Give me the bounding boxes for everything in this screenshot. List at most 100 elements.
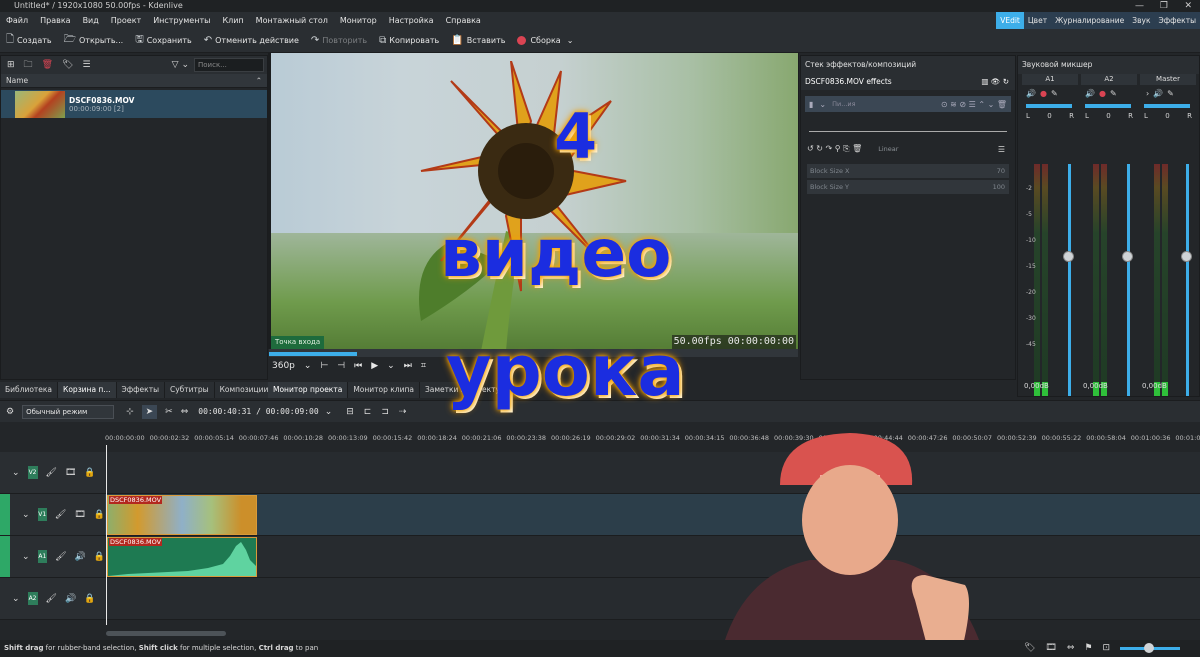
- settings-icon[interactable]: ⚙: [6, 407, 14, 417]
- speaker-icon[interactable]: 🔊: [75, 552, 86, 562]
- set-in-icon[interactable]: ⊢: [320, 361, 328, 371]
- flag-icon[interactable]: ⚑: [1084, 640, 1092, 657]
- pan-slider[interactable]: [1085, 104, 1131, 108]
- effect-toggle-icon[interactable]: ▮: [809, 100, 813, 109]
- copy-button[interactable]: ⧉ Копировать: [373, 35, 445, 46]
- record-icon[interactable]: ●: [1040, 89, 1047, 98]
- set-out-icon[interactable]: ⊣: [337, 361, 345, 371]
- layout-effects[interactable]: Эффекты: [1155, 16, 1200, 25]
- interpolation-select[interactable]: Linear: [878, 145, 898, 153]
- tab-compositions[interactable]: Композиции: [215, 382, 275, 398]
- speaker-icon[interactable]: 🔊: [1085, 89, 1095, 98]
- undo-button[interactable]: ↶ Отменить действие: [198, 35, 305, 46]
- param-block-size-x[interactable]: Block Size X 70: [807, 164, 1009, 178]
- menu-project[interactable]: Проект: [105, 16, 147, 25]
- menu-tools[interactable]: Инструменты: [147, 16, 216, 25]
- chevron-down-icon[interactable]: ⌄: [12, 594, 20, 604]
- render-button[interactable]: Сборка ⌄: [511, 36, 579, 45]
- crop-icon[interactable]: ⌗: [421, 361, 426, 371]
- tag-icon[interactable]: 🏷: [62, 60, 73, 70]
- razor-tool-icon[interactable]: ✂: [165, 407, 173, 417]
- tab-project-monitor[interactable]: Монитор проекта: [268, 382, 349, 398]
- close-icon[interactable]: ✕: [1184, 0, 1192, 12]
- pen-icon[interactable]: ✎: [1167, 89, 1174, 98]
- video-preview[interactable]: Точка входа 50.00fps 00:00:00:00: [271, 53, 798, 349]
- fader-knob[interactable]: [1122, 251, 1133, 262]
- speaker-icon[interactable]: 🔊: [1153, 89, 1163, 98]
- volume-fader[interactable]: [1186, 164, 1189, 396]
- save-button[interactable]: 🖫 Сохранить: [129, 32, 198, 49]
- menu-clip[interactable]: Клип: [216, 16, 249, 25]
- filter-icon[interactable]: ▽ ⌄: [172, 60, 189, 70]
- paste-button[interactable]: 📋 Вставить: [445, 35, 511, 46]
- extract-icon[interactable]: ⊐: [381, 407, 389, 417]
- tag-icon[interactable]: 🏷: [1024, 640, 1035, 657]
- add-clip-icon[interactable]: ⊞: [7, 60, 15, 70]
- snap-icon[interactable]: ⊹: [126, 407, 134, 417]
- tab-subtitles[interactable]: Субтитры: [165, 382, 215, 398]
- tab-clip-monitor[interactable]: Монитор клипа: [348, 382, 420, 398]
- menu-timeline[interactable]: Монтажный стол: [250, 16, 334, 25]
- film-icon[interactable]: 🎞: [74, 510, 85, 520]
- tab-bin[interactable]: Корзина п...: [58, 382, 117, 398]
- fader-knob[interactable]: [1181, 251, 1192, 262]
- lock-icon[interactable]: 🔒: [94, 552, 105, 562]
- layout-audio[interactable]: Звук: [1128, 16, 1154, 25]
- keyframe-icons[interactable]: ↺ ↻ ↷ ⚲ ⎘ 🗑: [807, 144, 862, 154]
- menu-settings[interactable]: Настройка: [383, 16, 440, 25]
- bin-search-input[interactable]: Поиск...: [194, 58, 264, 72]
- effect-item[interactable]: ▮ ⌄ Пи...ия ⊙ ≋ ⊘ ☰ ⌃ ⌄ 🗑: [805, 96, 1011, 112]
- pan-slider[interactable]: [1144, 104, 1190, 108]
- chevron-right-icon[interactable]: ›: [1146, 89, 1149, 98]
- channel-buttons[interactable]: 🔊 ● ✎: [1022, 89, 1078, 98]
- menu-icon[interactable]: ☰: [82, 60, 90, 70]
- delete-icon[interactable]: 🗑: [42, 60, 53, 70]
- playhead[interactable]: [106, 445, 107, 625]
- tab-effects[interactable]: Эффекты: [117, 382, 165, 398]
- zoom-fit-icon[interactable]: ⊡: [1102, 640, 1110, 657]
- effect-action-icons[interactable]: ⊙ ≋ ⊘ ☰ ⌃ ⌄ 🗑: [941, 100, 1007, 109]
- timeline-ruler[interactable]: 00:00:00:00 00:00:02:32 00:00:05:14 00:00:0…: [105, 432, 1200, 452]
- lock-icon[interactable]: 🔒: [94, 510, 105, 520]
- chevron-down-icon[interactable]: ⌄: [22, 552, 30, 562]
- maximize-icon[interactable]: ❐: [1160, 0, 1168, 12]
- insert-icon[interactable]: ⊟: [346, 407, 354, 417]
- play-icon[interactable]: ▶: [371, 361, 378, 371]
- param-block-size-y[interactable]: Block Size Y 100: [807, 180, 1009, 194]
- menu-edit[interactable]: Правка: [34, 16, 76, 25]
- menu-icon[interactable]: ☰: [998, 145, 1005, 154]
- zoom-select[interactable]: 360p: [272, 361, 295, 371]
- open-button[interactable]: 🗁 Открыть...: [58, 32, 130, 49]
- lock-icon[interactable]: 🔒: [84, 468, 95, 478]
- folder-icon[interactable]: 🗀: [24, 57, 33, 73]
- edit-mode-select[interactable]: Обычный режим: [22, 404, 115, 419]
- effect-wand-icon[interactable]: 🖌: [46, 468, 57, 478]
- spacer-tool-icon[interactable]: ⇔: [181, 407, 189, 417]
- layout-color[interactable]: Цвет: [1024, 16, 1051, 25]
- menu-view[interactable]: Вид: [77, 16, 105, 25]
- tab-library[interactable]: Библиотека: [0, 382, 59, 398]
- channel-buttons[interactable]: › 🔊 ✎: [1140, 89, 1196, 98]
- lock-icon[interactable]: 🔒: [84, 594, 95, 604]
- menu-monitor[interactable]: Монитор: [334, 16, 383, 25]
- speaker-icon[interactable]: 🔊: [1026, 89, 1036, 98]
- menu-file[interactable]: Файл: [0, 16, 34, 25]
- effect-wand-icon[interactable]: 🖌: [55, 552, 66, 562]
- create-button[interactable]: 🗋 Создать: [0, 32, 58, 49]
- layout-logging[interactable]: Журналирование: [1051, 16, 1128, 25]
- forward-icon[interactable]: ⏭: [404, 361, 412, 371]
- film-icon[interactable]: 🎞: [65, 468, 76, 478]
- fit-icon[interactable]: ⇔: [1067, 640, 1075, 657]
- menu-help[interactable]: Справка: [440, 16, 487, 25]
- volume-fader[interactable]: [1068, 164, 1071, 396]
- record-icon[interactable]: ●: [1099, 89, 1106, 98]
- select-tool-icon[interactable]: ➤: [141, 404, 158, 419]
- timeline-audio-clip[interactable]: DSCF0836.MOV: [107, 537, 257, 577]
- bin-clip-item[interactable]: DSCF0836.MOV 00:00:09:00 [2]: [1, 90, 267, 118]
- pen-icon[interactable]: ✎: [1051, 89, 1058, 98]
- timeline-video-clip[interactable]: DSCF0836.MOV: [107, 495, 257, 535]
- chevron-down-icon[interactable]: ⌄: [12, 468, 20, 478]
- pen-icon[interactable]: ✎: [1110, 89, 1117, 98]
- minimize-icon[interactable]: —: [1135, 0, 1144, 12]
- channel-buttons[interactable]: 🔊 ● ✎: [1081, 89, 1137, 98]
